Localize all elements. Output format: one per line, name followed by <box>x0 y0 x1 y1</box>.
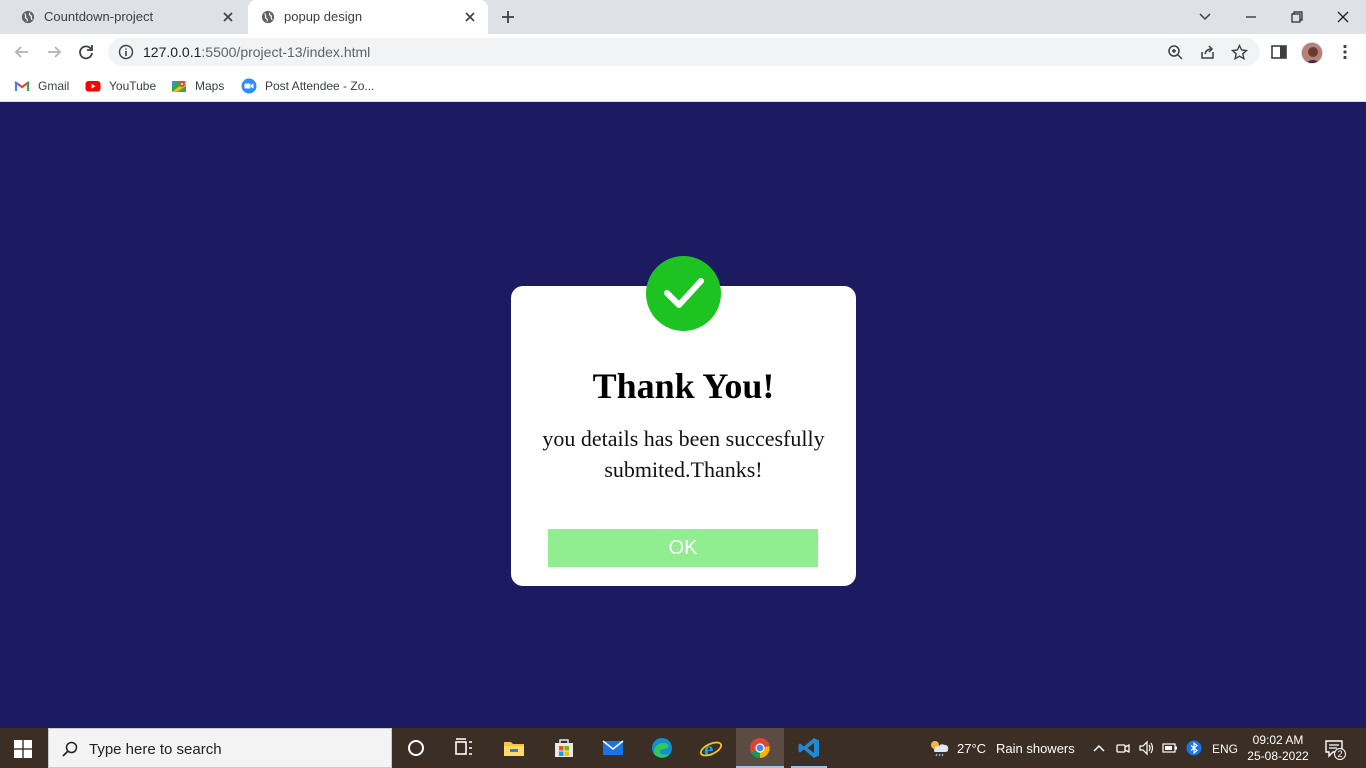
vscode-icon <box>798 738 819 758</box>
windows-taskbar: Type here to search e 27°C Rain showers … <box>0 728 1366 768</box>
bookmark-label: YouTube <box>109 79 157 93</box>
page-background: Thank You! you details has been succesfu… <box>0 103 1366 728</box>
url-path: :5500/project-13/index.html <box>201 44 371 60</box>
mail-button[interactable] <box>589 728 637 768</box>
avatar-icon <box>1302 43 1322 63</box>
close-window-icon[interactable] <box>1332 6 1354 28</box>
cortana-icon <box>408 740 424 756</box>
close-tab-icon[interactable] <box>220 9 236 25</box>
tab-title: Countdown-project <box>44 9 154 24</box>
tab-popup-design[interactable]: popup design <box>248 0 488 34</box>
weather-description[interactable]: Rain showers <box>996 742 1075 756</box>
battery-icon[interactable] <box>1162 740 1178 756</box>
bookmark-label: Gmail <box>38 79 70 93</box>
file-explorer-button[interactable] <box>490 728 538 768</box>
minimize-icon[interactable] <box>1240 6 1262 28</box>
store-icon <box>555 739 573 757</box>
site-info-icon[interactable] <box>118 44 134 60</box>
tab-title: popup design <box>284 9 363 24</box>
search-icon <box>62 741 78 757</box>
chrome-icon <box>750 738 770 759</box>
menu-dots-icon[interactable] <box>1336 43 1354 61</box>
vscode-button[interactable] <box>785 728 833 768</box>
forward-arrow-icon[interactable] <box>44 42 64 62</box>
zoom-icon <box>241 78 257 94</box>
bookmark-post-attendee[interactable]: Post Attendee - Zo... <box>241 77 374 95</box>
clock-time: 09:02 AM <box>1252 733 1304 747</box>
bluetooth-icon[interactable] <box>1186 740 1202 756</box>
tab-search-chevron-icon[interactable] <box>1194 6 1216 28</box>
side-panel-icon[interactable] <box>1270 43 1288 61</box>
system-clock[interactable]: 09:02 AM 25-08-2022 <box>1240 732 1316 764</box>
mail-icon <box>602 740 624 755</box>
bookmark-label: Maps <box>195 79 225 93</box>
back-arrow-icon[interactable] <box>12 42 32 62</box>
cortana-button[interactable] <box>392 728 440 768</box>
success-badge <box>646 256 721 331</box>
windows-start-icon[interactable] <box>14 740 32 758</box>
bookmark-youtube[interactable]: YouTube <box>85 77 156 95</box>
bookmarks-bar: Gmail YouTube Maps Post Attendee - Zo... <box>0 70 1366 102</box>
edge-button[interactable] <box>638 728 686 768</box>
meet-now-icon[interactable] <box>1115 740 1131 756</box>
new-tab-icon[interactable] <box>499 8 517 26</box>
tab-strip: Countdown-project popup design <box>0 0 1366 34</box>
zoom-icon[interactable] <box>1167 44 1184 61</box>
tab-countdown-project[interactable]: Countdown-project <box>8 0 246 34</box>
weather-temperature[interactable]: 27°C <box>957 742 986 756</box>
url-host: 127.0.0.1 <box>143 44 202 60</box>
svg-text:e: e <box>704 737 713 760</box>
thank-you-popup: Thank You! you details has been succesfu… <box>511 286 856 586</box>
task-view-icon <box>455 738 472 755</box>
file-explorer-icon <box>504 742 524 756</box>
reload-icon[interactable] <box>76 42 96 62</box>
globe-icon <box>261 10 275 24</box>
profile-avatar[interactable] <box>1301 42 1323 64</box>
taskbar-search[interactable]: Type here to search <box>48 728 392 768</box>
bookmark-maps[interactable]: Maps <box>171 77 224 95</box>
internet-explorer-button[interactable]: e <box>687 728 735 768</box>
weather-rain-icon[interactable] <box>928 739 950 757</box>
url-text: 127.0.0.1:5500/project-13/index.html <box>143 45 370 59</box>
popup-message: you details has been succesfully submite… <box>542 426 825 482</box>
maps-icon <box>172 81 186 92</box>
share-icon[interactable] <box>1199 44 1216 61</box>
popup-title: Thank You! <box>592 366 775 406</box>
internet-explorer-icon: e <box>699 737 723 760</box>
check-icon <box>664 278 704 308</box>
input-language[interactable]: ENG <box>1212 742 1238 756</box>
clock-date: 25-08-2022 <box>1247 749 1309 763</box>
edge-icon <box>652 738 672 758</box>
close-tab-icon[interactable] <box>462 9 478 25</box>
chrome-button[interactable] <box>736 728 784 768</box>
microsoft-store-button[interactable] <box>540 728 588 768</box>
restore-icon[interactable] <box>1286 6 1308 28</box>
bookmark-label: Post Attendee - Zo... <box>265 79 375 93</box>
gmail-icon <box>14 81 30 91</box>
globe-icon <box>21 10 35 24</box>
search-placeholder: Type here to search <box>89 741 222 758</box>
bookmark-star-icon[interactable] <box>1231 44 1248 61</box>
volume-icon[interactable] <box>1138 740 1154 756</box>
address-bar[interactable]: 127.0.0.1:5500/project-13/index.html <box>108 38 1260 66</box>
ok-button[interactable]: OK <box>548 529 818 567</box>
notification-count: 2 <box>1337 749 1343 759</box>
browser-toolbar: 127.0.0.1:5500/project-13/index.html <box>0 34 1366 70</box>
chevron-up-icon[interactable] <box>1091 740 1107 756</box>
task-view-button[interactable] <box>440 728 488 768</box>
bookmark-gmail[interactable]: Gmail <box>14 77 69 95</box>
youtube-icon <box>85 81 101 92</box>
